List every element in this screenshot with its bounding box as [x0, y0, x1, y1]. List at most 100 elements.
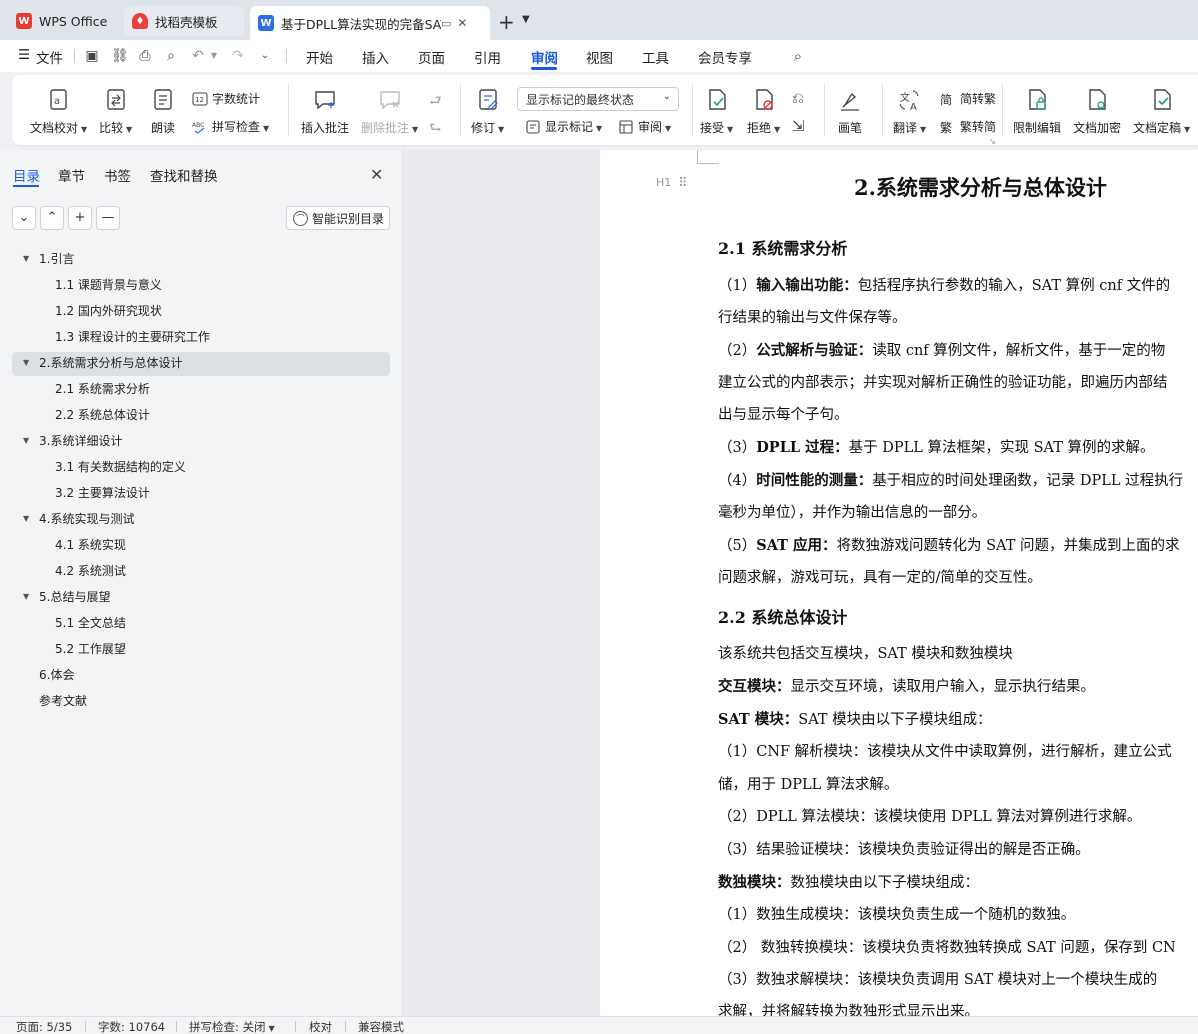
page-indicator[interactable]: 页面: 5/35: [16, 1019, 72, 1034]
label: 限制编辑: [1013, 119, 1061, 136]
menu-tools[interactable]: 工具: [642, 47, 669, 67]
paragraph-line: （1）数独生成模块：该模块负责生成一个随机的数独。: [718, 903, 1075, 924]
next-comment-icon[interactable]: ⮑: [429, 117, 442, 141]
remove-heading-button[interactable]: —: [96, 206, 120, 230]
pen-button[interactable]: 画笔: [837, 87, 863, 136]
reject-button[interactable]: 拒绝▼: [747, 87, 780, 136]
next-change-icon[interactable]: ⇲: [792, 117, 805, 135]
word-count-button[interactable]: 12 字数统计: [192, 90, 260, 107]
toc-label: 参考文献: [39, 694, 87, 708]
hamburger-icon[interactable]: ☰: [18, 47, 30, 63]
delete-comment-button[interactable]: 删除批注▼: [361, 87, 418, 136]
revise-button[interactable]: 修订▼: [471, 87, 504, 136]
toc-item[interactable]: ▼5.总结与展望: [39, 585, 110, 609]
read-aloud-button[interactable]: 朗读: [150, 87, 176, 136]
tab-find-replace[interactable]: 查找和替换: [150, 165, 218, 185]
toc-item[interactable]: ▼1.引言: [39, 247, 74, 271]
toc-item[interactable]: ▼3.系统详细设计: [39, 429, 122, 453]
tab-docer-templates[interactable]: ♦ 找稻壳模板: [124, 6, 244, 36]
menu-start[interactable]: 开始: [306, 47, 333, 67]
label: 拼写检查: [212, 120, 260, 134]
toc-item[interactable]: 2.2 系统总体设计: [55, 403, 150, 427]
close-icon[interactable]: ✕: [370, 165, 383, 184]
link-icon[interactable]: ⛓: [111, 48, 127, 64]
word-count-indicator[interactable]: 字数: 10764: [98, 1019, 165, 1034]
tab-sections[interactable]: 章节: [58, 165, 85, 185]
chevron-down-icon[interactable]: ▼: [206, 48, 222, 64]
save-icon[interactable]: ▣: [84, 48, 100, 64]
tab-toc[interactable]: 目录: [13, 165, 40, 185]
svg-text:ABC: ABC: [192, 122, 204, 129]
tab-wps-office[interactable]: W WPS Office: [8, 6, 118, 36]
chevron-down-icon: ⌄: [663, 91, 671, 102]
toc-item[interactable]: 6.体会: [39, 663, 74, 687]
triangle-down-icon[interactable]: ▼: [23, 247, 29, 271]
toc-item[interactable]: 1.2 国内外研究现状: [55, 299, 162, 323]
redo-icon[interactable]: ↷: [230, 48, 246, 64]
spell-check-status[interactable]: 拼写检查: 关闭▼: [189, 1019, 275, 1034]
heading-level-icon[interactable]: H1: [656, 176, 671, 189]
menu-view[interactable]: 视图: [586, 47, 613, 67]
to-traditional-button[interactable]: 简 简转繁: [940, 90, 996, 107]
print-preview-icon[interactable]: ⌕: [163, 48, 179, 64]
toc-item[interactable]: 3.2 主要算法设计: [55, 481, 150, 505]
previous-change-icon[interactable]: ⎌: [792, 89, 804, 107]
expand-icon[interactable]: ↘: [989, 137, 996, 146]
menu-member[interactable]: 会员专享: [698, 47, 752, 67]
toc-item[interactable]: 4.1 系统实现: [55, 533, 126, 557]
toc-item[interactable]: 5.2 工作展望: [55, 637, 126, 661]
new-tab-button[interactable]: +: [498, 10, 515, 34]
finalize-button[interactable]: 文档定稿▼: [1133, 87, 1190, 136]
label: 画笔: [838, 119, 862, 136]
toc-item[interactable]: 参考文献: [39, 689, 87, 713]
close-icon[interactable]: ✕: [457, 16, 467, 30]
chevron-down-icon[interactable]: ⌄: [257, 48, 273, 64]
review-pane-button[interactable]: 审阅▼: [618, 118, 671, 135]
drag-handle-icon[interactable]: ⠿: [678, 176, 687, 191]
to-simplified-button[interactable]: 繁 繁转简: [940, 118, 996, 135]
menu-page[interactable]: 页面: [418, 47, 445, 67]
accept-button[interactable]: 接受▼: [700, 87, 733, 136]
triangle-down-icon[interactable]: ▼: [23, 507, 29, 531]
status-bar: 页面: 5/35 字数: 10764 拼写检查: 关闭▼ 校对 兼容模式: [0, 1016, 1198, 1034]
collapse-all-button[interactable]: ⌃: [40, 206, 64, 230]
triangle-down-icon[interactable]: ▼: [23, 351, 29, 375]
toc-item[interactable]: 1.3 课程设计的主要研究工作: [55, 325, 210, 349]
toc-item[interactable]: 4.2 系统测试: [55, 559, 126, 583]
doc-proofread-button[interactable]: a 文档校对▼: [30, 87, 87, 136]
toc-item[interactable]: 3.1 有关数据结构的定义: [55, 455, 186, 479]
menu-insert[interactable]: 插入: [362, 47, 389, 67]
toc-item[interactable]: 2.1 系统需求分析: [55, 377, 150, 401]
ribbon-toolbar: a 文档校对▼ 比较▼ 朗读 12 字数统计 ABC 拼写检查▼ 插入批注 删除…: [12, 75, 1198, 145]
encrypt-button[interactable]: 文档加密: [1073, 87, 1121, 136]
print-icon[interactable]: ⎙: [137, 48, 153, 64]
translate-button[interactable]: 文A 翻译▼: [893, 87, 926, 136]
tab-bookmarks[interactable]: 书签: [104, 165, 131, 185]
markup-state-select[interactable]: 显示标记的最终状态 ⌄: [517, 87, 679, 111]
toc-item[interactable]: 1.1 课题背景与意义: [55, 273, 162, 297]
triangle-down-icon[interactable]: ▼: [23, 429, 29, 453]
tab-current-document[interactable]: W 基于DPLL算法实现的完备SAT ▭ ✕: [250, 6, 490, 40]
smart-toc-button[interactable]: ⌒ 智能识别目录: [286, 206, 390, 230]
insert-comment-button[interactable]: 插入批注: [301, 87, 349, 136]
menu-review[interactable]: 审阅: [531, 47, 558, 67]
compare-button[interactable]: 比较▼: [99, 87, 132, 136]
triangle-down-icon[interactable]: ▼: [23, 585, 29, 609]
menu-file[interactable]: 文件: [36, 47, 63, 67]
toc-item-selected[interactable]: ▼2.系统需求分析与总体设计: [39, 351, 182, 375]
restrict-edit-button[interactable]: 限制编辑: [1013, 87, 1061, 136]
proofread-status[interactable]: 校对: [309, 1019, 332, 1034]
spell-check-button[interactable]: ABC 拼写检查▼: [192, 118, 269, 135]
search-icon[interactable]: ⌕: [790, 48, 806, 64]
compare-icon: [103, 87, 129, 113]
toc-item[interactable]: ▼4.系统实现与测试: [39, 507, 134, 531]
add-heading-button[interactable]: +: [68, 206, 92, 230]
chevron-down-icon[interactable]: ▼: [522, 14, 530, 25]
undo-icon[interactable]: ↶: [190, 48, 206, 64]
toc-item[interactable]: 5.1 全文总结: [55, 611, 126, 635]
menu-references[interactable]: 引用: [474, 47, 501, 67]
paragraph-line: 交互模块：显示交互环境，读取用户输入，显示执行结果。: [718, 675, 1095, 696]
previous-comment-icon[interactable]: ⮐: [429, 90, 442, 114]
expand-all-button[interactable]: ⌄: [12, 206, 36, 230]
show-markup-button[interactable]: 显示标记▼: [525, 118, 602, 135]
